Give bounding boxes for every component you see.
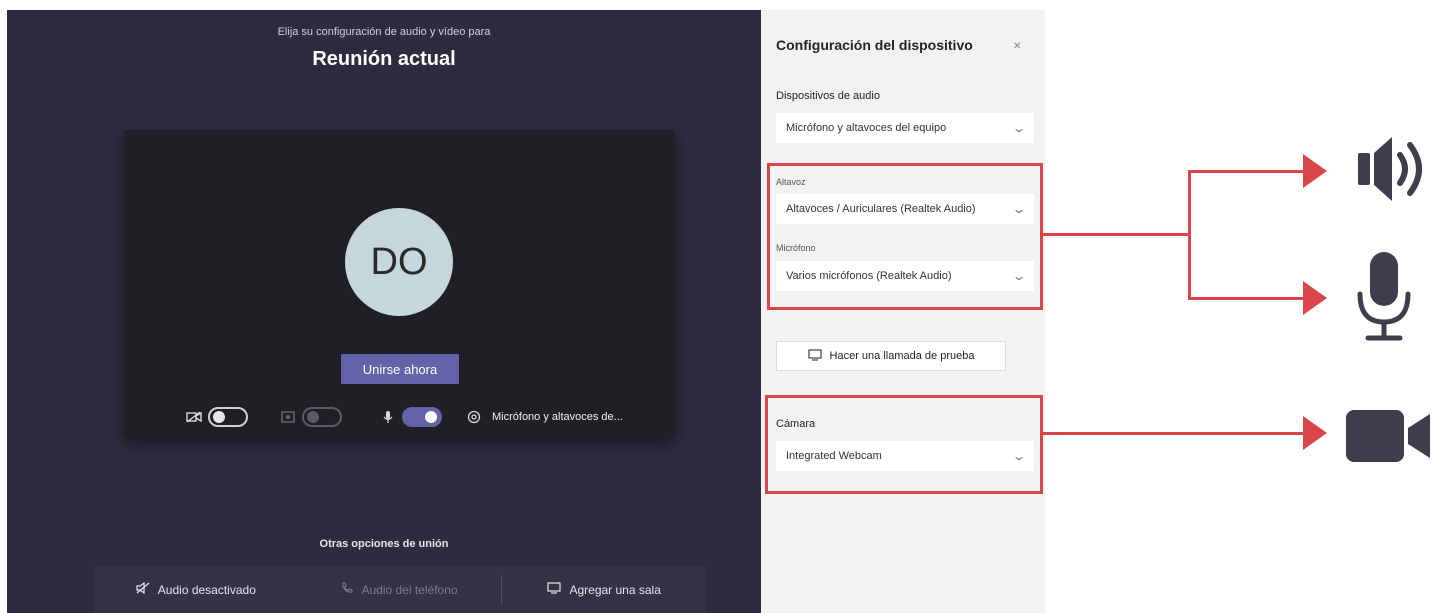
room-icon xyxy=(547,582,562,597)
join-now-button[interactable]: Unirse ahora xyxy=(341,354,459,384)
panel-title: Configuración del dispositivo xyxy=(776,37,973,53)
other-join-options-title: Otras opciones de unión xyxy=(319,538,449,550)
chevron-down-icon: ⌄ xyxy=(1011,121,1027,135)
add-room-label: Agregar una sala xyxy=(569,582,661,597)
audio-highlight-box xyxy=(767,163,1043,310)
arrow-microphone xyxy=(1303,281,1327,315)
blur-icon xyxy=(280,410,296,424)
other-join-options-bar: Audio desactivado Audio del teléfono Agr… xyxy=(94,566,706,613)
audio-devices-select[interactable]: Micrófono y altavoces del equipo ⌄ xyxy=(776,113,1034,143)
audio-devices-value: Micrófono y altavoces del equipo xyxy=(786,122,947,134)
microphone-icon xyxy=(380,410,396,424)
camera-toggle[interactable] xyxy=(208,407,248,427)
background-blur-toggle[interactable] xyxy=(302,407,342,427)
phone-icon xyxy=(341,582,354,597)
connector-line xyxy=(1043,432,1306,435)
connector-line xyxy=(1188,170,1306,173)
device-settings-panel: Configuración del dispositivo × Disposit… xyxy=(761,10,1045,613)
connector-line xyxy=(1188,297,1306,300)
connector-line xyxy=(1043,233,1191,236)
prejoin-subtitle: Elija su configuración de audio y vídeo … xyxy=(277,26,491,38)
media-controls: Micrófono y altavoces de... xyxy=(186,402,656,432)
arrow-camera xyxy=(1303,416,1327,450)
phone-audio-option[interactable]: Audio del teléfono xyxy=(298,582,502,597)
test-call-icon xyxy=(807,348,822,364)
phone-audio-label: Audio del teléfono xyxy=(361,582,458,597)
audio-devices-label: Dispositivos de audio xyxy=(776,90,880,102)
camera-highlight-box xyxy=(765,395,1043,494)
audio-off-option[interactable]: Audio desactivado xyxy=(94,581,298,597)
arrow-speaker xyxy=(1303,154,1327,188)
test-call-label: Hacer una llamada de prueba xyxy=(829,350,975,362)
video-preview: DO Unirse ahora Micrófono y altavoces de… xyxy=(124,130,675,438)
audio-off-icon xyxy=(136,581,150,597)
device-settings-link[interactable]: Micrófono y altavoces de... xyxy=(492,411,623,423)
microphone-toggle[interactable] xyxy=(402,407,442,427)
meeting-title: Reunión actual xyxy=(312,48,456,70)
speaker-icon xyxy=(1356,125,1434,218)
close-icon[interactable]: × xyxy=(1013,37,1021,53)
settings-icon[interactable] xyxy=(466,410,482,424)
connector-line xyxy=(1188,170,1191,300)
teams-prejoin-pane: Elija su configuración de audio y vídeo … xyxy=(7,10,761,613)
video-camera-icon xyxy=(1344,408,1432,469)
camera-off-icon xyxy=(186,410,202,424)
add-room-option[interactable]: Agregar una sala xyxy=(502,582,706,597)
audio-off-label: Audio desactivado xyxy=(157,582,256,597)
screen: Elija su configuración de audio y vídeo … xyxy=(0,0,1434,613)
test-call-button[interactable]: Hacer una llamada de prueba xyxy=(776,341,1006,371)
microphone-big-icon xyxy=(1354,250,1414,347)
avatar: DO xyxy=(345,208,453,316)
